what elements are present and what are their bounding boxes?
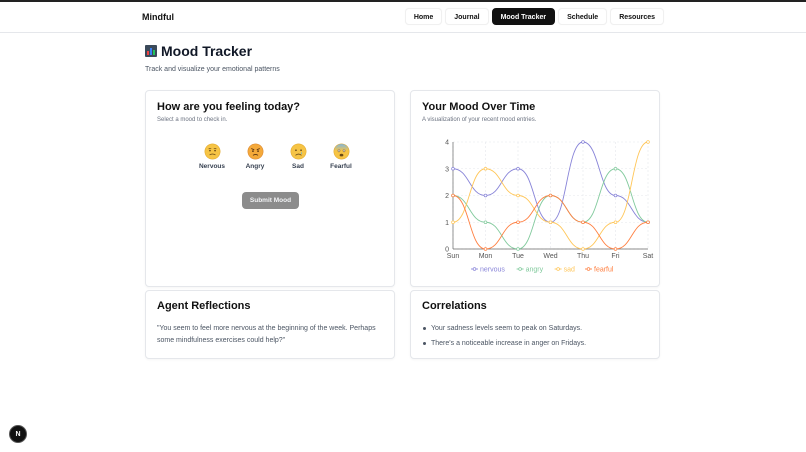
mood-label-fearful: Fearful (330, 163, 352, 170)
data-point-sad (613, 220, 618, 225)
data-point-sad (516, 193, 520, 198)
data-point-sad (451, 220, 455, 225)
mood-label-nervous: Nervous (198, 163, 225, 170)
data-point-nervous (581, 140, 585, 144)
mood-label-angry: Angry (245, 163, 265, 170)
data-point-fearful (581, 220, 585, 225)
nav-mood-tracker[interactable]: Mood Tracker (491, 8, 556, 25)
legend-marker-fearful (586, 267, 591, 271)
nav-home[interactable]: Home (404, 8, 443, 25)
legend-label-angry: angry (526, 267, 544, 274)
legend-label-fearful: fearful (594, 267, 614, 274)
mood-option-sad[interactable]: Sad (284, 143, 312, 170)
legend-label-sad: sad (564, 267, 575, 274)
x-tick-label: Sun (447, 253, 460, 260)
nav-resources[interactable]: Resources (610, 8, 664, 25)
data-point-fearful (483, 247, 488, 251)
mood-line-chart: 01234Sun Mon Tue Wed Thu Fri Satnervous angry sa… (445, 140, 654, 274)
legend-marker-sad (556, 267, 560, 271)
correlations-list: Your sadness levels seem to peak on Satu… (422, 323, 586, 353)
x-tick-label: Tue (512, 253, 524, 260)
correlations-title: Correlations (422, 300, 487, 312)
reflection-text: "You seem to feel more nervous at the be… (157, 325, 376, 344)
correlation-item: There's a noticeable increase in anger o… (422, 338, 586, 353)
legend-marker-nervous (472, 267, 477, 271)
checkin-title: How are you feeling today? (157, 101, 301, 113)
correlation-item: Your sadness levels seem to peak on Satu… (422, 323, 586, 338)
x-tick-label: Wed (543, 253, 557, 260)
legend-marker-angry (518, 267, 522, 271)
data-point-nervous (516, 166, 520, 171)
data-point-sad (483, 166, 488, 171)
page-title: Mood Tracker (145, 43, 252, 59)
y-tick-label: 4 (445, 140, 449, 147)
bar-chart-icon (145, 45, 157, 57)
submit-mood-button[interactable]: Submit Mood (242, 192, 299, 209)
data-point-angry (483, 220, 488, 225)
series-line-angry (452, 168, 649, 250)
fearful-face-icon (333, 143, 349, 160)
data-point-fearful (451, 193, 455, 198)
reflections-title: Agent Reflections (157, 300, 251, 312)
nav-schedule[interactable]: Schedule (558, 8, 608, 25)
y-tick-label: 2 (445, 193, 449, 200)
checkin-description: Select a mood to check in. (157, 117, 228, 123)
y-tick-label: 3 (445, 166, 449, 173)
data-point-angry (613, 166, 618, 171)
data-point-fearful (548, 193, 553, 198)
nervous-face-icon (204, 143, 220, 160)
x-tick-label: Mon (479, 253, 493, 260)
data-point-sad (581, 247, 585, 251)
data-point-nervous (451, 166, 455, 171)
page-subtitle: Track and visualize your emotional patte… (145, 66, 280, 73)
top-navbar: Mindful Home Journal Mood Tracker Schedu… (0, 2, 806, 33)
checkin-card: How are you feeling today? Select a mood… (145, 90, 395, 287)
x-tick-label: Sat (643, 253, 654, 260)
x-tick-label: Fri (611, 253, 620, 260)
data-point-sad (548, 220, 553, 225)
page-title-text: Mood Tracker (161, 43, 253, 59)
dev-badge[interactable]: N (9, 425, 27, 443)
legend-label-nervous: nervous (480, 267, 505, 274)
brand-logo[interactable]: Mindful (142, 12, 174, 22)
mood-chart-card: Your Mood Over Time A visualization of y… (410, 90, 660, 287)
mood-label-sad: Sad (292, 163, 304, 170)
data-point-nervous (483, 193, 488, 198)
data-point-fearful (516, 220, 520, 225)
data-point-nervous (613, 193, 618, 198)
reflections-card: Agent Reflections "You seem to feel more… (145, 290, 395, 359)
data-point-fearful (646, 220, 650, 225)
data-point-angry (516, 247, 520, 251)
main-nav: Home Journal Mood Tracker Schedule Resou… (404, 8, 664, 25)
mood-option-nervous[interactable]: Nervous (198, 143, 226, 170)
mood-options: Nervous Angry Sad Fearful (198, 143, 355, 170)
angry-face-icon (247, 143, 263, 160)
mood-option-fearful[interactable]: Fearful (327, 143, 355, 170)
sad-face-icon (290, 143, 306, 160)
x-tick-label: Thu (577, 253, 589, 260)
correlations-card: Correlations Your sadness levels seem to… (410, 290, 660, 359)
y-tick-label: 1 (445, 220, 449, 227)
data-point-fearful (613, 247, 618, 251)
mood-option-angry[interactable]: Angry (241, 143, 269, 170)
data-point-sad (646, 140, 650, 144)
nav-journal[interactable]: Journal (445, 8, 489, 25)
